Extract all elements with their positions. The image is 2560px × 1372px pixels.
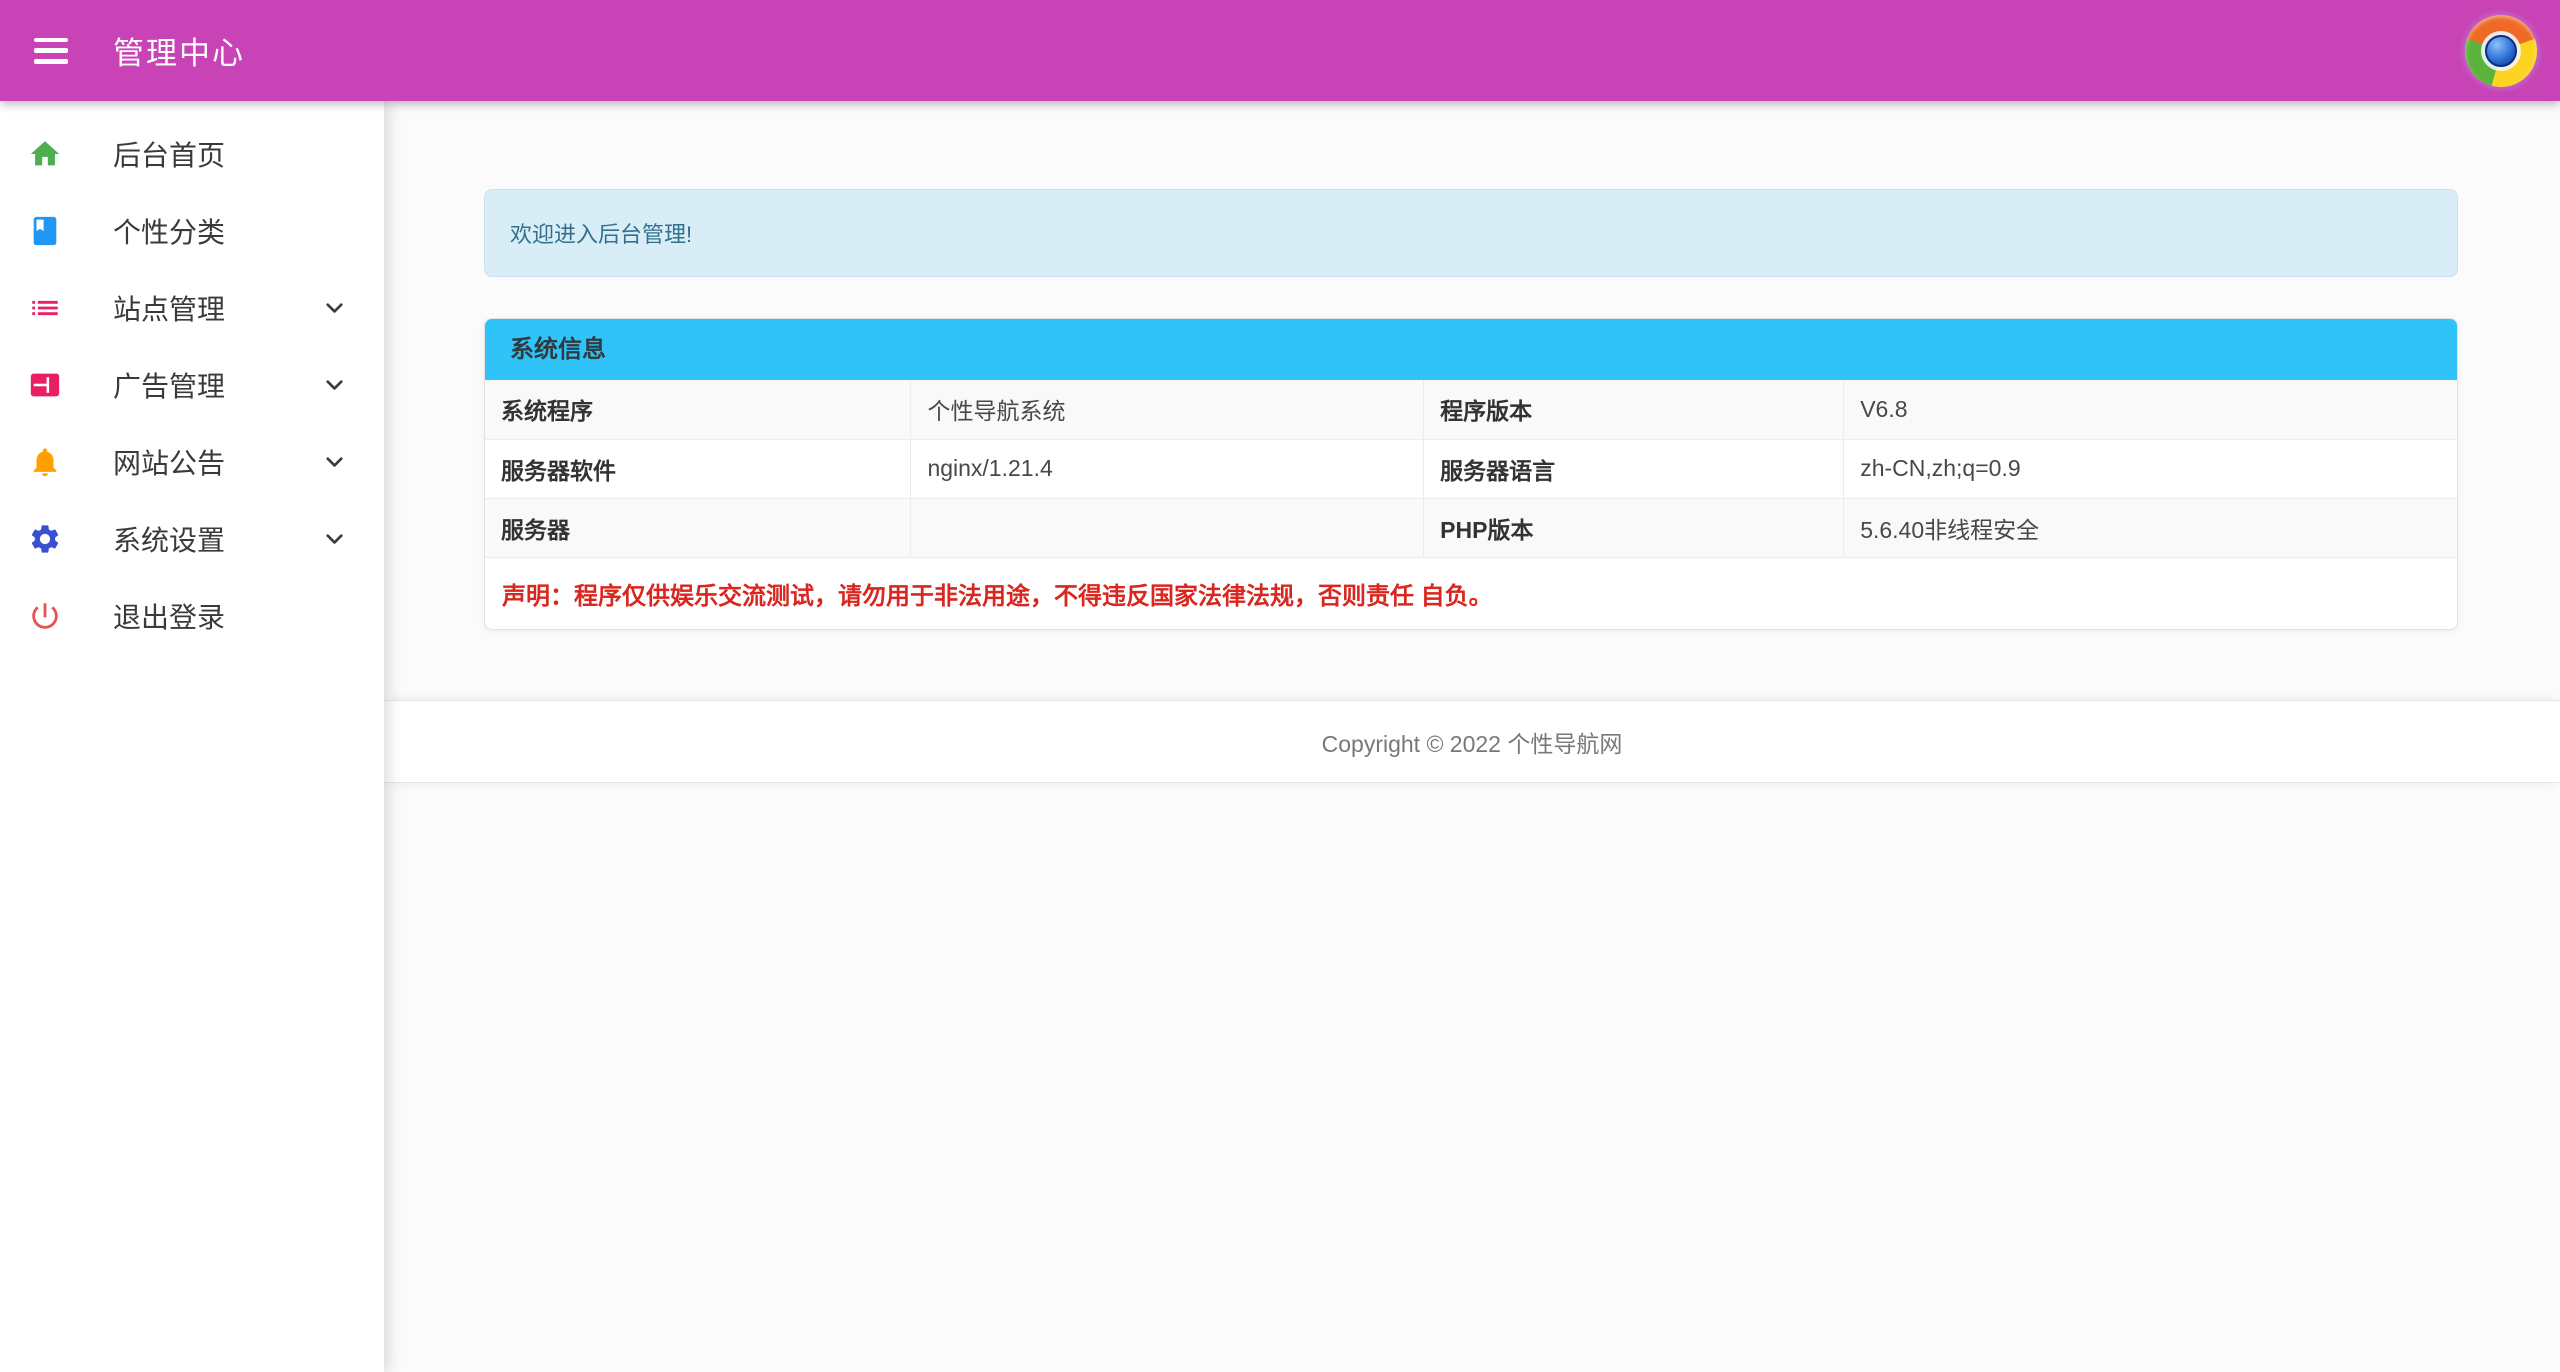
topbar: 管理中心: [0, 0, 2560, 101]
info-value-cell: V6.8: [1844, 380, 2457, 439]
chrome-logo-core: [2485, 35, 2517, 67]
sidebar-item-label: 广告管理: [113, 365, 225, 405]
sidebar-item-label: 网站公告: [113, 442, 225, 482]
hamburger-bar: [34, 38, 68, 43]
info-label-cell: 系统程序: [485, 380, 911, 439]
sidebar-item-dashboard[interactable]: 后台首页: [0, 115, 384, 192]
sidebar-item-settings[interactable]: 系统设置: [0, 500, 384, 577]
sidebar-item-logout[interactable]: 退出登录: [0, 577, 384, 654]
power-icon: [28, 599, 62, 633]
hamburger-menu-icon[interactable]: [34, 38, 68, 64]
book-icon: [28, 214, 62, 248]
chevron-down-icon: [321, 448, 348, 475]
info-value-cell: [911, 498, 1424, 557]
footer: Copyright © 2022 个性导航网: [384, 700, 2560, 783]
hamburger-bar: [34, 59, 68, 64]
bell-icon: [28, 445, 62, 479]
info-value-cell: zh-CN,zh;q=0.9: [1844, 439, 2457, 498]
info-value-cell: 5.6.40非线程安全: [1844, 498, 2457, 557]
disclaimer-text: 声明：程序仅供娱乐交流测试，请勿用于非法用途，不得违反国家法律法规，否则责任 自…: [485, 557, 2457, 629]
system-info-table: 系统程序 个性导航系统 程序版本 V6.8 服务器软件 nginx/1.21.4…: [485, 380, 2457, 557]
sidebar-item-label: 个性分类: [113, 211, 225, 251]
hamburger-bar: [34, 48, 68, 53]
sidebar-item-label: 系统设置: [113, 519, 225, 559]
sidebar-item-announcements[interactable]: 网站公告: [0, 423, 384, 500]
system-info-panel: 系统信息 系统程序 个性导航系统 程序版本 V6.8 服务器软件 nginx/1…: [484, 318, 2458, 630]
sidebar-item-categories[interactable]: 个性分类: [0, 192, 384, 269]
list-icon: [28, 291, 62, 325]
welcome-alert: 欢迎进入后台管理!: [484, 189, 2458, 277]
page-title: 管理中心: [113, 28, 245, 73]
chrome-logo-icon: [2465, 15, 2537, 87]
info-label-cell: 服务器: [485, 498, 911, 557]
table-row: 服务器软件 nginx/1.21.4 服务器语言 zh-CN,zh;q=0.9: [485, 439, 2457, 498]
chevron-down-icon: [321, 371, 348, 398]
table-row: 系统程序 个性导航系统 程序版本 V6.8: [485, 380, 2457, 439]
home-icon: [28, 137, 62, 171]
info-label-cell: 服务器软件: [485, 439, 911, 498]
chevron-down-icon: [321, 294, 348, 321]
copyright-text: Copyright © 2022 个性导航网: [1322, 725, 1623, 759]
info-label-cell: PHP版本: [1424, 498, 1844, 557]
chevron-down-icon: [321, 525, 348, 552]
table-row: 服务器 PHP版本 5.6.40非线程安全: [485, 498, 2457, 557]
info-value-cell: nginx/1.21.4: [911, 439, 1424, 498]
sidebar-item-ads[interactable]: 广告管理: [0, 346, 384, 423]
ad-icon: [28, 368, 62, 402]
sidebar: 后台首页 个性分类 站点管理 广告管理: [0, 101, 384, 1372]
sidebar-item-sites[interactable]: 站点管理: [0, 269, 384, 346]
sidebar-item-label: 退出登录: [113, 596, 225, 636]
gear-icon: [28, 522, 62, 556]
sidebar-item-label: 站点管理: [113, 288, 225, 328]
info-value-cell: 个性导航系统: [911, 380, 1424, 439]
sidebar-item-label: 后台首页: [113, 134, 225, 174]
panel-title: 系统信息: [485, 319, 2457, 380]
info-label-cell: 程序版本: [1424, 380, 1844, 439]
info-label-cell: 服务器语言: [1424, 439, 1844, 498]
